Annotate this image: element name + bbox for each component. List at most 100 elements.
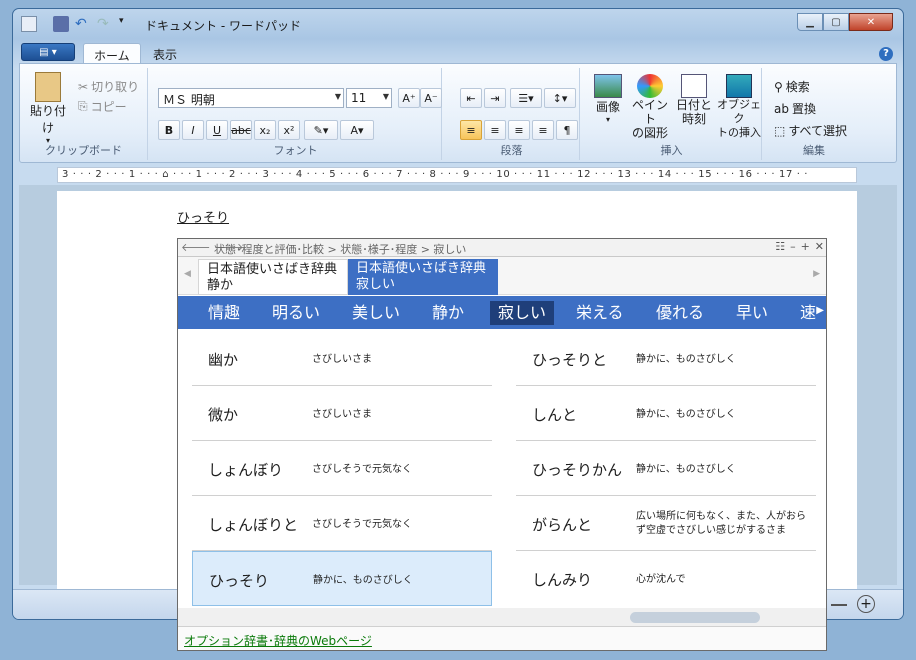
find-label: 検索 [785, 80, 810, 94]
ruler-marks: 3 · · · 2 · · · 1 · · · ⌂ · · · 1 · · · … [62, 169, 809, 180]
justify-button[interactable]: ≡ [532, 120, 554, 140]
picture-label: 画像 [595, 100, 620, 114]
list-item[interactable]: 幽か さびしいさま [192, 331, 492, 386]
close-button[interactable]: ✕ [849, 13, 893, 31]
paragraph-group: ⇤ ⇥ ☰▾ ↕▾ ≡ ≡ ≡ ≡ ¶ 段落 [444, 68, 580, 160]
tab-shizuka[interactable]: 日本語使いさばき辞典 静か [198, 259, 348, 295]
dictionary-web-link[interactable]: オプション辞書･辞典のWebページ [184, 632, 372, 649]
font-color-button[interactable]: A▾ [340, 120, 374, 140]
ruler[interactable]: 3 · · · 2 · · · 1 · · · ⌂ · · · 1 · · · … [57, 167, 857, 183]
minimize-button[interactable]: ▁ [797, 13, 823, 31]
shrink-font-button[interactable]: A⁻ [420, 88, 442, 108]
font-size-combo[interactable]: 11 ▼ [346, 88, 392, 108]
align-left-button[interactable]: ≡ [460, 120, 482, 140]
find-button[interactable]: ⚲ 検索 [774, 78, 810, 95]
save-icon[interactable] [53, 16, 69, 32]
subscript-button[interactable]: x₂ [254, 120, 276, 140]
zoom-out-icon[interactable] [831, 604, 847, 606]
paint-label: ペイント の図形 [631, 98, 668, 140]
app-menu-button[interactable]: ▤ ▾ [21, 43, 75, 61]
close-icon[interactable]: ✕ [815, 240, 824, 253]
paragraph-dialog-button[interactable]: ¶ [556, 120, 578, 140]
bold-button[interactable]: B [158, 120, 180, 140]
paint-drawing-button[interactable]: ペイント の図形 [628, 74, 672, 140]
paste-button[interactable]: 貼り付け ▾ [26, 72, 70, 145]
undo-icon[interactable]: ↶ [75, 16, 91, 32]
decrease-indent-button[interactable]: ⇤ [460, 88, 482, 108]
word-item[interactable]: 優れる [648, 301, 712, 325]
tab-view[interactable]: 表示 [143, 43, 187, 65]
align-center-button[interactable]: ≡ [484, 120, 506, 140]
datetime-button[interactable]: 日付と 時刻 [674, 74, 714, 126]
wordpad-app-icon[interactable] [21, 16, 37, 32]
scissors-icon: ✂ [78, 79, 89, 94]
tab-home[interactable]: ホーム [83, 43, 141, 65]
tab-sabishii[interactable]: 日本語使いさばき辞典 寂しい [348, 259, 498, 295]
word-item[interactable]: 早い [728, 301, 776, 325]
ribbon: 貼り付け ▾ ✂ 切り取り ⎘ コピー クリップボード ＭＳ 明朝 ▼ 11 ▼ A⁺ … [19, 63, 897, 163]
add-icon[interactable]: + [801, 240, 810, 253]
word-item[interactable]: 静か [424, 301, 472, 325]
superscript-button[interactable]: x² [278, 120, 300, 140]
cut-button[interactable]: ✂ 切り取り [78, 78, 139, 95]
entry-word: しんみり [532, 571, 593, 589]
tab-subtitle: 寂しい [356, 277, 396, 292]
replace-button[interactable]: ab 置換 [774, 100, 816, 117]
list-item[interactable]: しょんぼり さびしそうで元気なく [192, 441, 492, 496]
redo-icon[interactable]: ↷ [97, 16, 113, 32]
list-item-selected[interactable]: ひっそり 静かに、ものさびしく [192, 551, 492, 606]
object-label: オブジェク トの挿入 [717, 98, 761, 139]
scrollbar-thumb[interactable] [630, 612, 760, 623]
list-item[interactable]: がらんと 広い場所に何もなく、また、人がおらず空虚でさびしい感じがするさま [516, 496, 816, 551]
list-item[interactable]: ひっそりかん 静かに、ものさびしく [516, 441, 816, 496]
increase-indent-button[interactable]: ⇥ [484, 88, 506, 108]
picture-button[interactable]: 画像 ▾ [590, 74, 626, 124]
scroll-right-icon[interactable]: ▶ [816, 305, 824, 316]
highlight-color-button[interactable]: ✎▾ [304, 120, 338, 140]
clipboard-group: 貼り付け ▾ ✂ 切り取り ⎘ コピー クリップボード [20, 68, 148, 160]
quick-access-dropdown-icon[interactable]: ▾ [119, 16, 135, 32]
tab-scroll-left-icon[interactable]: ◀ [184, 269, 191, 279]
tab-subtitle: 静か [207, 278, 234, 293]
font-name-combo[interactable]: ＭＳ 明朝 ▼ [158, 88, 344, 108]
paragraph-group-label: 段落 [500, 144, 523, 157]
strikethrough-button[interactable]: abc [230, 120, 252, 140]
horizontal-scrollbar[interactable] [178, 608, 826, 626]
replace-icon: ab [774, 101, 789, 116]
tab-title: 日本語使いさばき辞典 [207, 262, 338, 277]
align-right-button[interactable]: ≡ [508, 120, 530, 140]
minimize-icon[interactable]: – [790, 240, 796, 253]
word-category-bar: 情趣 明るい 美しい 静か 寂しい 栄える 優れる 早い 速 ▶ [178, 296, 826, 329]
list-item[interactable]: 微か さびしいさま [192, 386, 492, 441]
word-item[interactable]: 情趣 [200, 301, 248, 325]
entry-desc: 静かに、ものさびしく [313, 575, 413, 586]
zoom-in-icon[interactable]: + [857, 595, 875, 613]
word-item[interactable]: 明るい [264, 301, 328, 325]
entry-desc: さびしいさま [312, 354, 372, 365]
document-text[interactable]: ひっそり [177, 207, 229, 226]
entry-desc: 静かに、ものさびしく [636, 409, 736, 420]
list-item[interactable]: しんみり 心が沈んで [516, 551, 816, 606]
word-item[interactable]: 栄える [568, 301, 632, 325]
italic-button[interactable]: I [182, 120, 204, 140]
word-item-selected[interactable]: 寂しい [490, 301, 555, 325]
grow-font-button[interactable]: A⁺ [398, 88, 420, 108]
word-item[interactable]: 美しい [344, 301, 408, 325]
insert-object-button[interactable]: オブジェク トの挿入 [716, 74, 762, 140]
bullets-button[interactable]: ☰▾ [510, 88, 542, 108]
underline-button[interactable]: U [206, 120, 228, 140]
select-all-button[interactable]: ⬚ すべて選択 [774, 122, 847, 139]
chevron-down-icon: ▾ [605, 115, 610, 124]
copy-button[interactable]: ⎘ コピー [78, 98, 127, 115]
list-item[interactable]: しんと 静かに、ものさびしく [516, 386, 816, 441]
list-item[interactable]: しょんぼりと さびしそうで元気なく [192, 496, 492, 551]
tab-scroll-right-icon[interactable]: ▶ [813, 269, 820, 279]
font-name-value: ＭＳ 明朝 [163, 93, 215, 107]
help-icon[interactable]: ? [879, 47, 893, 61]
list-icon[interactable]: ☷ [775, 240, 785, 253]
list-item[interactable]: ひっそりと 静かに、ものさびしく [516, 331, 816, 386]
line-spacing-button[interactable]: ↕▾ [544, 88, 576, 108]
maximize-button[interactable]: ▢ [823, 13, 849, 31]
chevron-down-icon: ▼ [334, 92, 341, 101]
select-all-label: すべて選択 [788, 124, 848, 138]
